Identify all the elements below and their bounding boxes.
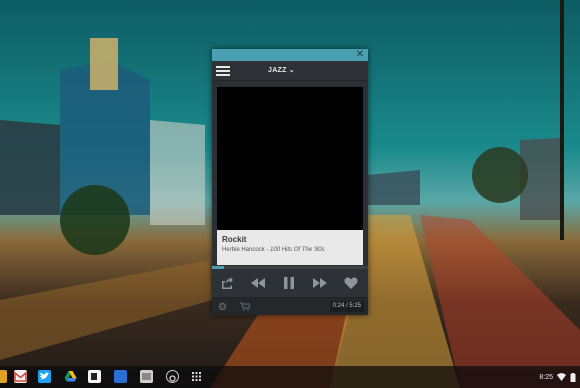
app-grid-icon[interactable] — [190, 370, 203, 383]
notes-icon[interactable] — [88, 370, 101, 383]
pause-icon[interactable] — [282, 276, 296, 290]
album-name: 100 Hits Of The '80s — [270, 247, 325, 253]
artist-name: Herbie Hancock — [222, 247, 265, 253]
gmail-icon[interactable] — [14, 370, 27, 383]
twitter-icon[interactable] — [38, 370, 51, 383]
gear-icon[interactable] — [218, 302, 227, 311]
google-drive-icon[interactable] — [64, 370, 77, 383]
music-player-window: ✕ JAZZ ⌄ Rockit Herbie Hancock - 100 Hits… — [212, 49, 368, 315]
player-toolbar: JAZZ ⌄ — [212, 61, 368, 81]
time-display: 0:24 / 5:25 — [329, 301, 364, 312]
song-title: Rockit — [222, 235, 247, 244]
status-area[interactable]: 8:25 — [539, 370, 576, 384]
window-titlebar[interactable]: ✕ — [212, 49, 368, 61]
shopping-cart-icon[interactable] — [240, 302, 250, 311]
previous-track-icon[interactable] — [250, 276, 266, 290]
chevron-down-icon: ⌄ — [288, 67, 295, 74]
gallery-icon[interactable] — [140, 370, 153, 383]
system-shelf: 8:25 — [0, 366, 580, 388]
playback-controls — [212, 269, 368, 297]
clock: 8:25 — [539, 373, 553, 381]
track-info: Rockit Herbie Hancock - 100 Hits Of The … — [217, 230, 363, 265]
artist-album-line: Herbie Hancock - 100 Hits Of The '80s — [222, 245, 358, 255]
battery-icon — [570, 372, 576, 382]
wifi-icon — [557, 373, 566, 381]
heart-icon[interactable] — [344, 276, 358, 290]
hamburger-menu-icon[interactable] — [216, 64, 230, 78]
player-bottom-bar: 0:24 / 5:25 — [212, 297, 368, 315]
blue-app-icon[interactable] — [114, 370, 127, 383]
share-icon[interactable] — [220, 276, 234, 290]
media-player-icon[interactable] — [166, 370, 179, 383]
app-launcher-partial-icon[interactable] — [0, 370, 7, 383]
station-label: JAZZ — [268, 67, 287, 74]
close-button[interactable]: ✕ — [355, 49, 365, 61]
album-art — [217, 87, 363, 230]
next-track-icon[interactable] — [312, 276, 328, 290]
station-dropdown[interactable]: JAZZ ⌄ — [268, 64, 295, 78]
